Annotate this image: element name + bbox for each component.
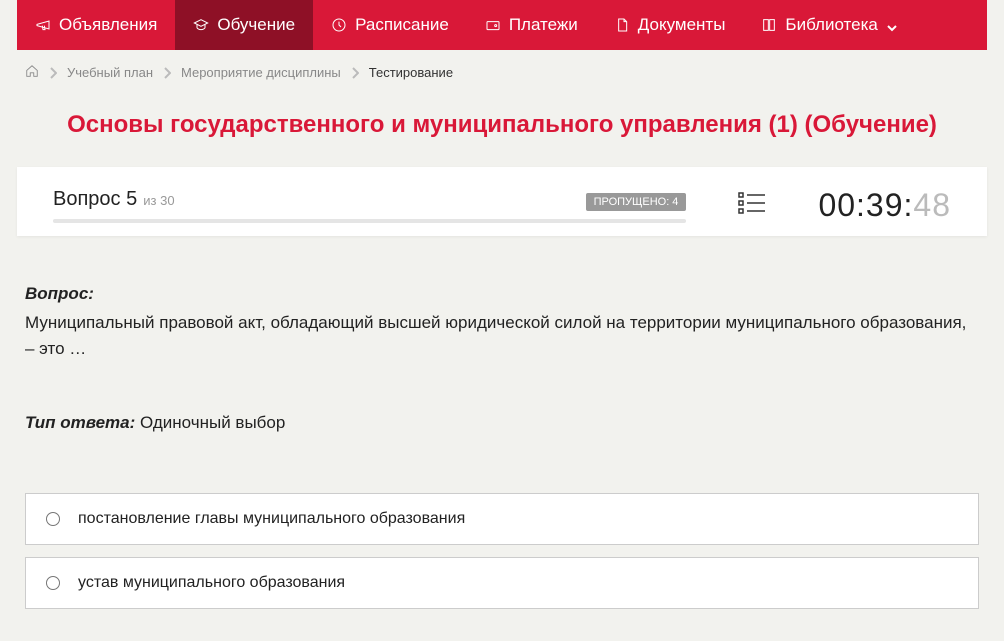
option-radio[interactable] <box>46 576 60 590</box>
status-panel: Вопрос 5 из 30 ПРОПУЩЕНО: 4 00: <box>17 167 987 236</box>
option-text: устав муниципального образования <box>78 574 345 592</box>
nav-label: Обучение <box>217 15 295 35</box>
options-list: постановление главы муниципального образ… <box>17 433 987 641</box>
question-list-button[interactable] <box>738 191 766 220</box>
progress-bar <box>53 219 686 223</box>
breadcrumb-item-event[interactable]: Мероприятие дисциплины <box>181 65 341 80</box>
question-total: из 30 <box>143 193 174 208</box>
megaphone-icon <box>35 17 51 33</box>
clock-icon <box>331 17 347 33</box>
breadcrumb-item-plan[interactable]: Учебный план <box>67 65 153 80</box>
timer: 00:39:48 <box>818 187 951 224</box>
nav-label: Платежи <box>509 15 578 35</box>
nav-item-payments[interactable]: Платежи <box>467 0 596 50</box>
nav-item-documents[interactable]: Документы <box>596 0 744 50</box>
document-icon <box>614 17 630 33</box>
chevron-down-icon <box>886 19 898 31</box>
nav-label: Расписание <box>355 15 449 35</box>
answer-type: Тип ответа: Одиночный выбор <box>25 413 979 433</box>
option-text: постановление главы муниципального образ… <box>78 510 465 528</box>
nav-label: Объявления <box>59 15 157 35</box>
home-icon[interactable] <box>25 64 39 81</box>
nav-item-library[interactable]: Библиотека <box>743 0 915 50</box>
nav-item-schedule[interactable]: Расписание <box>313 0 467 50</box>
breadcrumb: Учебный план Мероприятие дисциплины Тест… <box>17 50 987 95</box>
question-body: Вопрос: Муниципальный правовой акт, обла… <box>17 236 987 433</box>
chevron-right-icon <box>351 67 359 79</box>
skipped-badge: ПРОПУЩЕНО: 4 <box>586 193 687 211</box>
nav-item-learning[interactable]: Обучение <box>175 0 313 50</box>
question-label: Вопрос: <box>25 284 979 304</box>
question-progress: Вопрос 5 из 30 ПРОПУЩЕНО: 4 <box>53 188 686 223</box>
option-radio[interactable] <box>46 512 60 526</box>
breadcrumb-current: Тестирование <box>369 65 453 80</box>
option-item[interactable]: устав муниципального образования <box>25 557 979 609</box>
chevron-right-icon <box>163 67 171 79</box>
nav-label: Библиотека <box>785 15 877 35</box>
nav-item-announcements[interactable]: Объявления <box>17 0 175 50</box>
question-number: Вопрос 5 <box>53 188 137 211</box>
academic-cap-icon <box>193 17 209 33</box>
wallet-icon <box>485 17 501 33</box>
option-item[interactable]: постановление главы муниципального образ… <box>25 493 979 545</box>
page-title: Основы государственного и муниципального… <box>17 95 987 167</box>
question-text: Муниципальный правовой акт, обладающий в… <box>25 310 979 363</box>
nav-label: Документы <box>638 15 726 35</box>
book-icon <box>761 17 777 33</box>
chevron-right-icon <box>49 67 57 79</box>
top-nav: Объявления Обучение Расписание Платежи Д… <box>17 0 987 50</box>
